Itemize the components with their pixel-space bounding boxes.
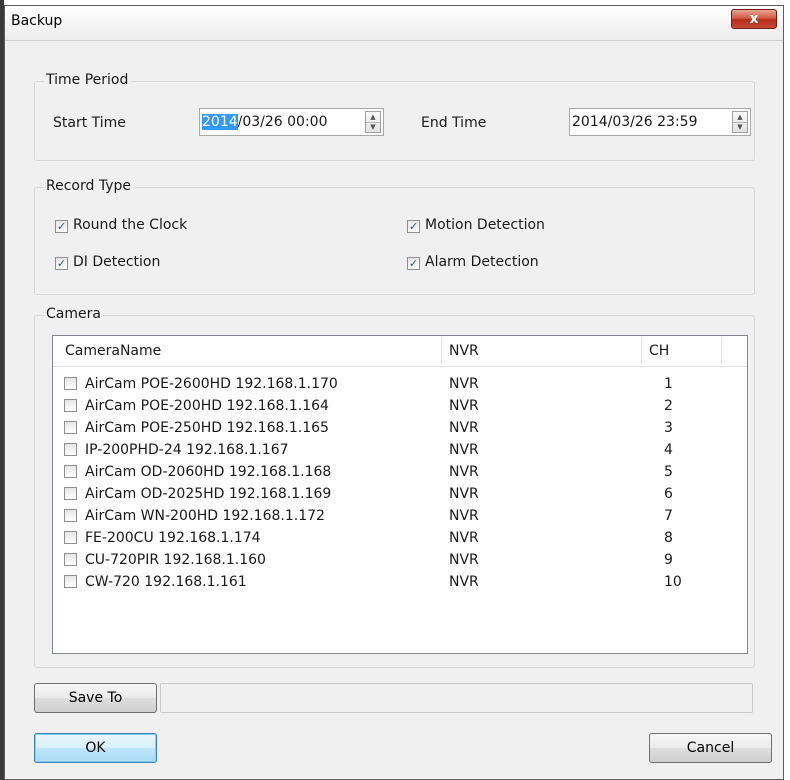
ok-label: OK [85, 740, 106, 756]
backup-dialog: Backup x Time Period Start Time 2014/03/… [4, 5, 784, 780]
title-bar[interactable]: Backup x [5, 6, 783, 41]
triangle-down-icon[interactable]: ▼ [733, 122, 747, 132]
di-detection-label[interactable]: DI Detection [73, 254, 160, 270]
record-type-label: Record Type [44, 178, 133, 194]
table-row[interactable]: AirCam POE-200HD 192.168.1.164 NVR 2 [53, 395, 747, 417]
table-row[interactable]: FE-200CU 192.168.1.174 NVR 8 [53, 527, 747, 549]
camera-list-header: CameraName NVR CH [53, 336, 747, 367]
nvr-cell: NVR [449, 530, 479, 546]
nvr-cell: NVR [449, 508, 479, 524]
check-icon: ✓ [408, 257, 419, 270]
camera-name-cell: IP-200PHD-24 192.168.1.167 [85, 442, 289, 458]
table-row[interactable]: CW-720 192.168.1.161 NVR 10 [53, 571, 747, 593]
camera-name-cell: AirCam OD-2025HD 192.168.1.169 [85, 486, 332, 502]
camera-checkbox[interactable] [64, 553, 77, 566]
camera-name-cell: FE-200CU 192.168.1.174 [85, 530, 261, 546]
record-type-group: Record Type [34, 178, 755, 295]
camera-name-cell: CU-720PIR 192.168.1.160 [85, 552, 266, 568]
ch-cell: 2 [664, 398, 673, 414]
start-time-label: Start Time [53, 115, 126, 131]
save-to-button[interactable]: Save To [34, 683, 157, 713]
camera-label: Camera [44, 306, 103, 322]
ch-cell: 1 [664, 376, 673, 392]
check-icon: ✓ [56, 257, 67, 270]
table-row[interactable]: CU-720PIR 192.168.1.160 NVR 9 [53, 549, 747, 571]
nvr-cell: NVR [449, 552, 479, 568]
table-row[interactable]: IP-200PHD-24 192.168.1.167 NVR 4 [53, 439, 747, 461]
camera-name-cell: AirCam WN-200HD 192.168.1.172 [85, 508, 325, 524]
window-title: Backup [11, 13, 63, 29]
camera-checkbox[interactable] [64, 443, 77, 456]
column-header-nvr[interactable]: NVR [449, 336, 479, 367]
start-time-spinner[interactable]: ▲ ▼ [365, 111, 381, 133]
cancel-label: Cancel [686, 740, 735, 756]
start-time-selected-year: 2014 [202, 114, 238, 130]
camera-name-cell: AirCam POE-200HD 192.168.1.164 [85, 398, 329, 414]
ch-cell: 10 [664, 574, 682, 590]
table-row[interactable]: AirCam POE-2600HD 192.168.1.170 NVR 1 [53, 373, 747, 395]
camera-checkbox[interactable] [64, 421, 77, 434]
nvr-cell: NVR [449, 574, 479, 590]
table-row[interactable]: AirCam WN-200HD 192.168.1.172 NVR 7 [53, 505, 747, 527]
camera-name-cell: AirCam OD-2060HD 192.168.1.168 [85, 464, 332, 480]
end-time-label: End Time [421, 115, 487, 131]
camera-checkbox[interactable] [64, 487, 77, 500]
camera-checkbox[interactable] [64, 399, 77, 412]
nvr-cell: NVR [449, 486, 479, 502]
round-the-clock-label[interactable]: Round the Clock [73, 217, 187, 233]
start-time-value-rest: /03/26 00:00 [237, 114, 328, 130]
save-to-label: Save To [68, 690, 123, 706]
camera-checkbox[interactable] [64, 377, 77, 390]
camera-checkbox[interactable] [64, 465, 77, 478]
cancel-button[interactable]: Cancel [649, 733, 772, 763]
ok-button[interactable]: OK [34, 733, 157, 763]
end-time-input[interactable]: 2014/03/26 23:59 ▲ ▼ [569, 108, 751, 136]
ch-cell: 7 [664, 508, 673, 524]
camera-name-cell: AirCam POE-2600HD 192.168.1.170 [85, 376, 338, 392]
camera-list[interactable]: CameraName NVR CH AirCam POE-2600HD 192.… [52, 335, 748, 654]
alarm-detection-label[interactable]: Alarm Detection [425, 254, 539, 270]
camera-name-cell: AirCam POE-250HD 192.168.1.165 [85, 420, 329, 436]
triangle-down-icon[interactable]: ▼ [366, 122, 380, 132]
close-icon: x [749, 11, 759, 27]
alarm-detection-checkbox[interactable]: ✓ [407, 257, 420, 270]
ch-cell: 6 [664, 486, 673, 502]
table-row[interactable]: AirCam OD-2060HD 192.168.1.168 NVR 5 [53, 461, 747, 483]
camera-checkbox[interactable] [64, 531, 77, 544]
nvr-cell: NVR [449, 398, 479, 414]
nvr-cell: NVR [449, 464, 479, 480]
end-time-value: 2014/03/26 23:59 [572, 114, 698, 130]
ch-cell: 3 [664, 420, 673, 436]
di-detection-checkbox[interactable]: ✓ [55, 257, 68, 270]
nvr-cell: NVR [449, 376, 479, 392]
ch-cell: 4 [664, 442, 673, 458]
camera-name-cell: CW-720 192.168.1.161 [85, 574, 247, 590]
ch-cell: 9 [664, 552, 673, 568]
nvr-cell: NVR [449, 420, 479, 436]
table-row[interactable]: AirCam OD-2025HD 192.168.1.169 NVR 6 [53, 483, 747, 505]
motion-detection-label[interactable]: Motion Detection [425, 217, 545, 233]
round-the-clock-checkbox[interactable]: ✓ [55, 220, 68, 233]
column-header-ch[interactable]: CH [649, 336, 669, 367]
save-path-field[interactable] [160, 683, 753, 713]
start-time-input[interactable]: 2014/03/26 00:00 ▲ ▼ [199, 108, 384, 136]
check-icon: ✓ [408, 220, 419, 233]
ch-cell: 8 [664, 530, 673, 546]
camera-checkbox[interactable] [64, 509, 77, 522]
camera-checkbox[interactable] [64, 575, 77, 588]
table-row[interactable]: AirCam POE-250HD 192.168.1.165 NVR 3 [53, 417, 747, 439]
end-time-spinner[interactable]: ▲ ▼ [732, 111, 748, 133]
nvr-cell: NVR [449, 442, 479, 458]
close-button[interactable]: x [731, 9, 777, 29]
check-icon: ✓ [56, 220, 67, 233]
time-period-label: Time Period [44, 72, 131, 88]
column-header-camera-name[interactable]: CameraName [65, 336, 161, 367]
motion-detection-checkbox[interactable]: ✓ [407, 220, 420, 233]
ch-cell: 5 [664, 464, 673, 480]
